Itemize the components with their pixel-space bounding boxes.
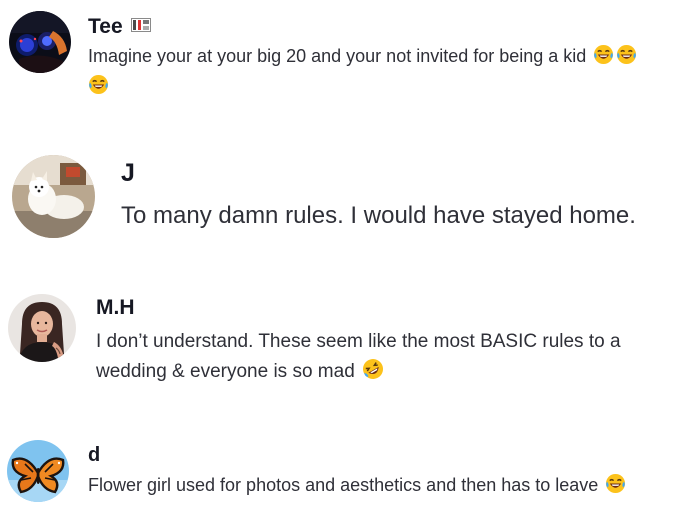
avatar[interactable] — [8, 294, 76, 362]
rolling-on-floor-laughing-emoji — [362, 358, 384, 390]
comment-text: Flower girl used for photos and aestheti… — [88, 472, 693, 502]
comment-text: To many damn rules. I would have stayed … — [121, 202, 636, 229]
laughing-crying-emoji — [88, 74, 109, 103]
username[interactable]: d — [88, 444, 100, 467]
avatar[interactable] — [9, 11, 71, 73]
flag-icon — [130, 14, 151, 38]
laughing-crying-emoji — [616, 44, 637, 73]
comment-item: d Flower girl used for photos and aesthe… — [0, 436, 700, 514]
avatar[interactable] — [7, 440, 69, 502]
comment-text: I don’t understand. These seem like the … — [96, 327, 696, 390]
username[interactable]: Tee — [88, 14, 151, 39]
comment-item: M.H I don’t understand. These seem like … — [0, 288, 700, 398]
comment-text: Imagine your at your big 20 and your not… — [88, 43, 693, 103]
laughing-crying-emoji — [593, 44, 614, 73]
comment-item: Tee Imagine your at your big 20 and your… — [0, 0, 700, 110]
laughing-crying-emoji — [605, 473, 626, 502]
avatar[interactable] — [12, 155, 95, 238]
username[interactable]: M.H — [96, 296, 135, 320]
username[interactable]: J — [121, 159, 135, 188]
comment-item: J To many damn rules. I would have staye… — [0, 150, 700, 250]
